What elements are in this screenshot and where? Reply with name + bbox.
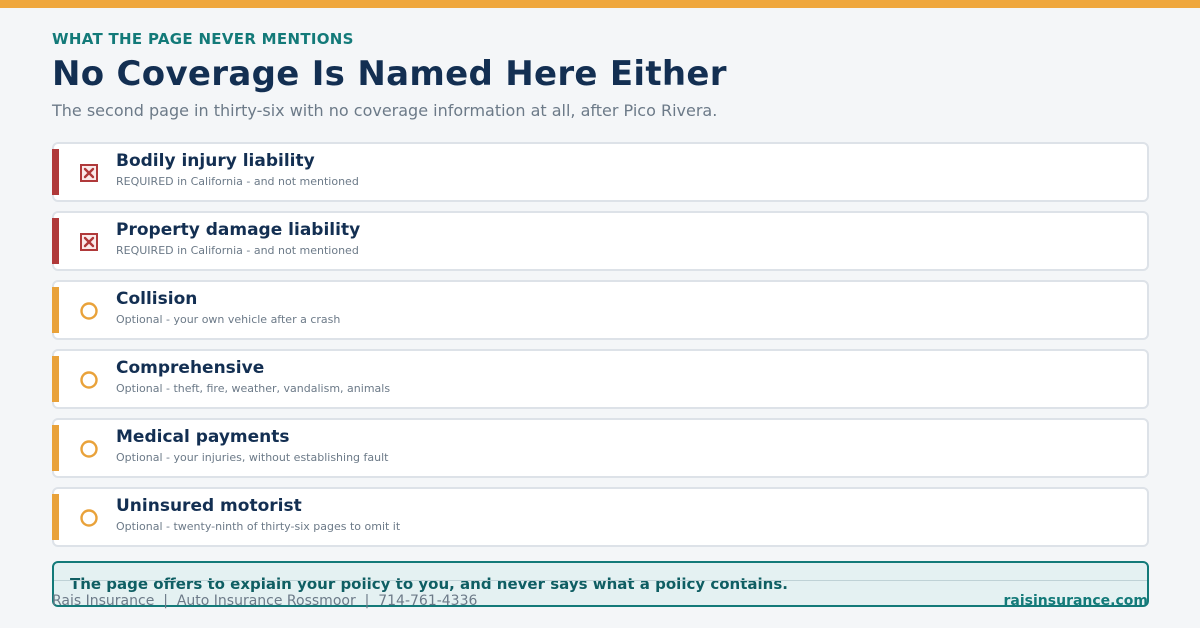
status-stripe — [52, 494, 59, 540]
coverage-item-collision: Collision Optional - your own vehicle af… — [52, 280, 1149, 340]
coverage-item-uninsured-motorist: Uninsured motorist Optional - twenty-nin… — [52, 487, 1149, 547]
coverage-note: Optional - your injuries, without establ… — [116, 451, 389, 464]
top-accent-bar — [0, 0, 1200, 8]
coverage-name: Bodily injury liability — [116, 151, 315, 171]
footer-website-link[interactable]: raisinsurance.com — [1004, 593, 1148, 609]
coverage-list: Bodily injury liability REQUIRED in Cali… — [52, 142, 1149, 556]
status-stripe — [52, 425, 59, 471]
status-stripe — [52, 149, 59, 195]
coverage-item-property-damage: Property damage liability REQUIRED in Ca… — [52, 211, 1149, 271]
coverage-item-medical-payments: Medical payments Optional - your injurie… — [52, 418, 1149, 478]
coverage-note: Optional - your own vehicle after a cras… — [116, 313, 341, 326]
coverage-name: Medical payments — [116, 427, 290, 447]
status-stripe — [52, 218, 59, 264]
x-box-icon — [80, 233, 98, 251]
coverage-name: Comprehensive — [116, 358, 265, 378]
coverage-note: REQUIRED in California - and not mention… — [116, 175, 359, 188]
status-stripe — [52, 356, 59, 402]
status-stripe — [52, 287, 59, 333]
eyebrow-label: WHAT THE PAGE NEVER MENTIONS — [52, 30, 354, 48]
footer-company-info: Rais Insurance | Auto Insurance Rossmoor… — [52, 593, 478, 609]
circle-icon — [80, 440, 98, 458]
coverage-name: Uninsured motorist — [116, 496, 302, 516]
coverage-item-bodily-injury: Bodily injury liability REQUIRED in Cali… — [52, 142, 1149, 202]
page-title: No Coverage Is Named Here Either — [52, 54, 727, 94]
callout-divider — [54, 580, 1147, 581]
coverage-note: Optional - theft, fire, weather, vandali… — [116, 382, 391, 395]
x-box-icon — [80, 164, 98, 182]
callout-text: The page offers to explain your policy t… — [70, 575, 788, 593]
coverage-note: Optional - twenty-ninth of thirty-six pa… — [116, 520, 401, 533]
circle-icon — [80, 509, 98, 527]
coverage-item-comprehensive: Comprehensive Optional - theft, fire, we… — [52, 349, 1149, 409]
coverage-name: Collision — [116, 289, 198, 309]
circle-icon — [80, 371, 98, 389]
circle-icon — [80, 302, 98, 320]
page-subtitle: The second page in thirty-six with no co… — [52, 101, 718, 120]
coverage-note: REQUIRED in California - and not mention… — [116, 244, 359, 257]
coverage-name: Property damage liability — [116, 220, 361, 240]
